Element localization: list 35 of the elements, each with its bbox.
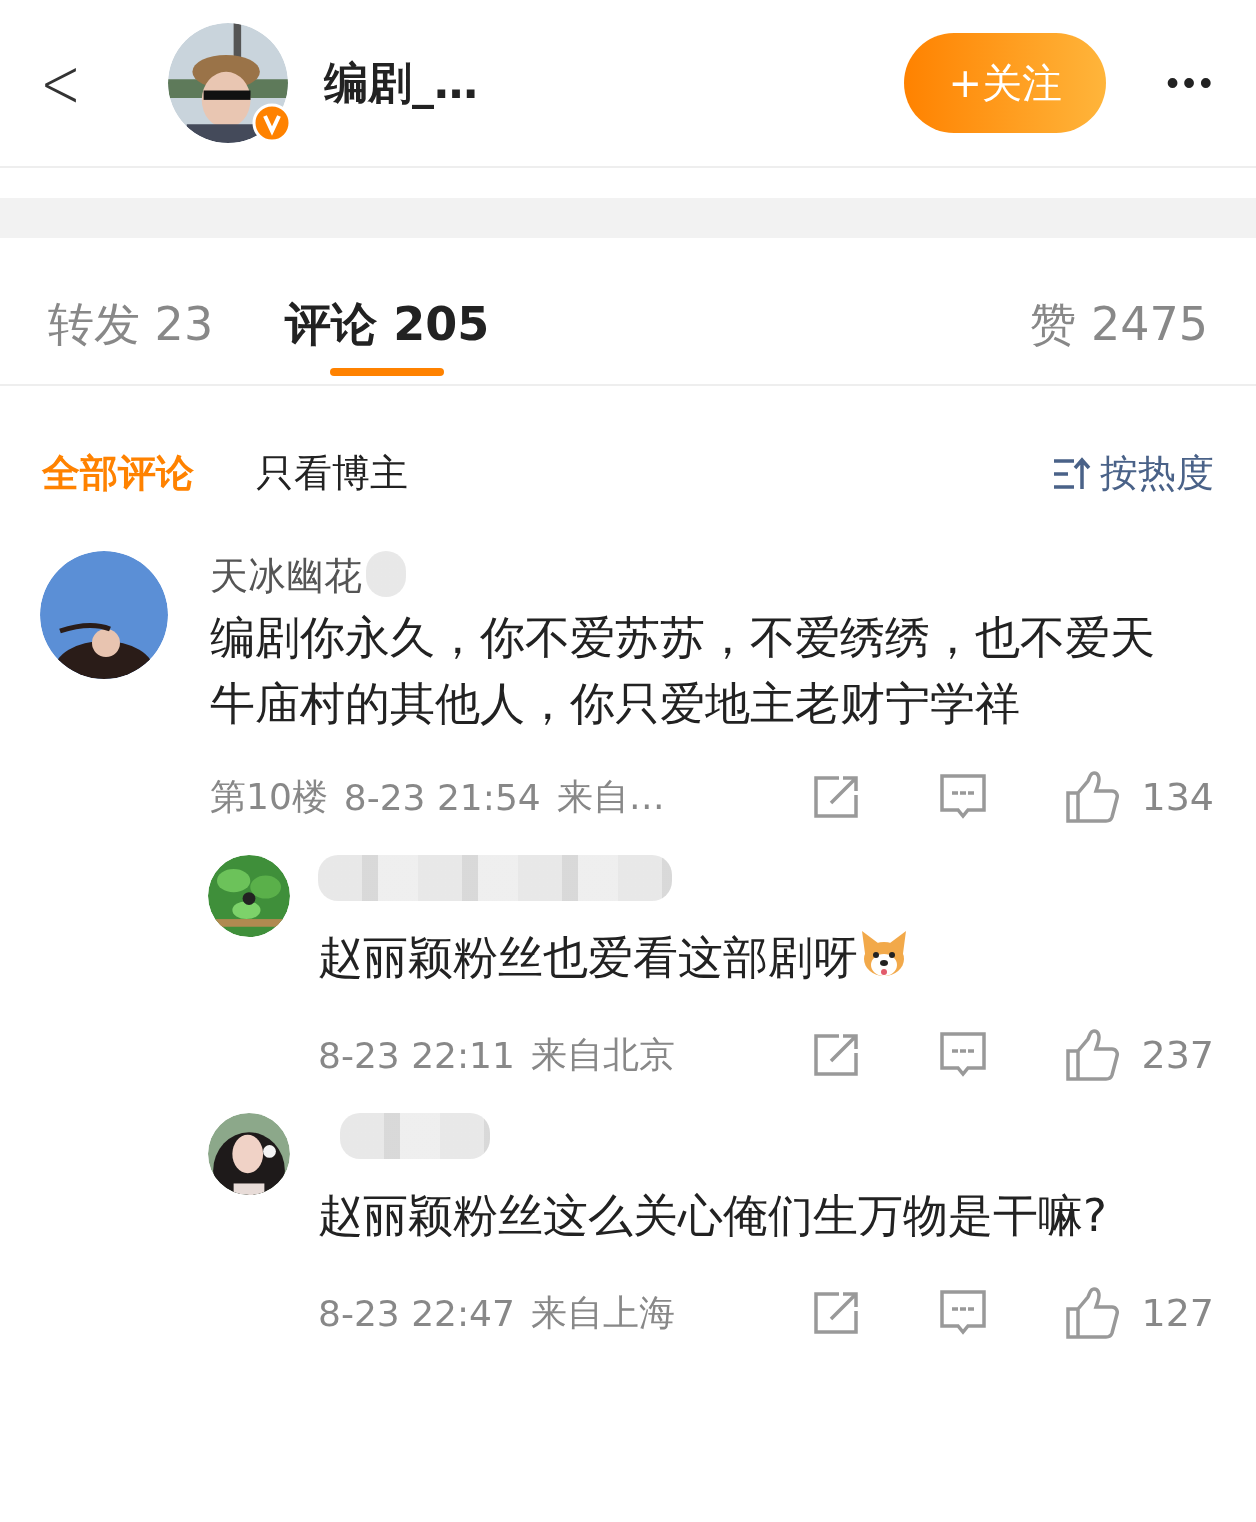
like-count: 127 (1141, 1290, 1214, 1337)
comment-icon (939, 1031, 988, 1079)
comment-location: 来自… (556, 774, 665, 819)
reply-button[interactable] (939, 1289, 988, 1337)
comment-text: 编剧你永久，你不爱苏苏，不爱绣绣，也不爱天牛庙村的其他人，你只爱地主老财宁学祥 (210, 610, 1156, 732)
like-button[interactable] (1065, 1029, 1120, 1081)
comment-time: 8-23 22:47 (318, 1292, 515, 1334)
sort-button[interactable]: 按热度 (1052, 448, 1214, 499)
comment-location: 来自北京 (530, 1032, 675, 1077)
comment-icon (939, 1289, 988, 1337)
like-button[interactable] (1065, 771, 1120, 823)
thumbs-up-icon (1065, 1029, 1120, 1081)
tab[interactable]: 转发 23 (48, 238, 214, 384)
comment-icon (939, 773, 988, 821)
comment-time: 8-23 22:11 (318, 1034, 515, 1076)
filter-tab[interactable]: 只看博主 (256, 448, 408, 499)
tab[interactable]: 赞 2475 (1030, 238, 1208, 384)
back-button[interactable]: < (40, 42, 103, 124)
more-button[interactable]: ••• (1166, 62, 1216, 104)
like-button[interactable] (1065, 1287, 1120, 1339)
reply-button[interactable] (939, 1031, 988, 1079)
thumbs-up-icon (1065, 771, 1120, 823)
reply-button[interactable] (939, 773, 988, 821)
tab[interactable]: 评论 205 (285, 238, 490, 384)
username: 天冰幽花 (210, 553, 362, 600)
comment-location: 来自上海 (530, 1290, 675, 1335)
comment-text: 赵丽颖粉丝也爱看这部剧呀 (318, 925, 1148, 991)
floor-number: 第10楼 (210, 774, 328, 819)
comment-text: 赵丽颖粉丝这么关心俺们生万物是干嘛? (318, 1188, 1108, 1244)
sort-icon (1052, 456, 1092, 491)
account-name: 编剧_… (324, 55, 479, 111)
like-count: 237 (1141, 1032, 1214, 1079)
like-count: 134 (1141, 774, 1214, 821)
comment-time: 8-23 21:54 (343, 776, 541, 818)
thumbs-up-icon (1065, 1287, 1120, 1339)
